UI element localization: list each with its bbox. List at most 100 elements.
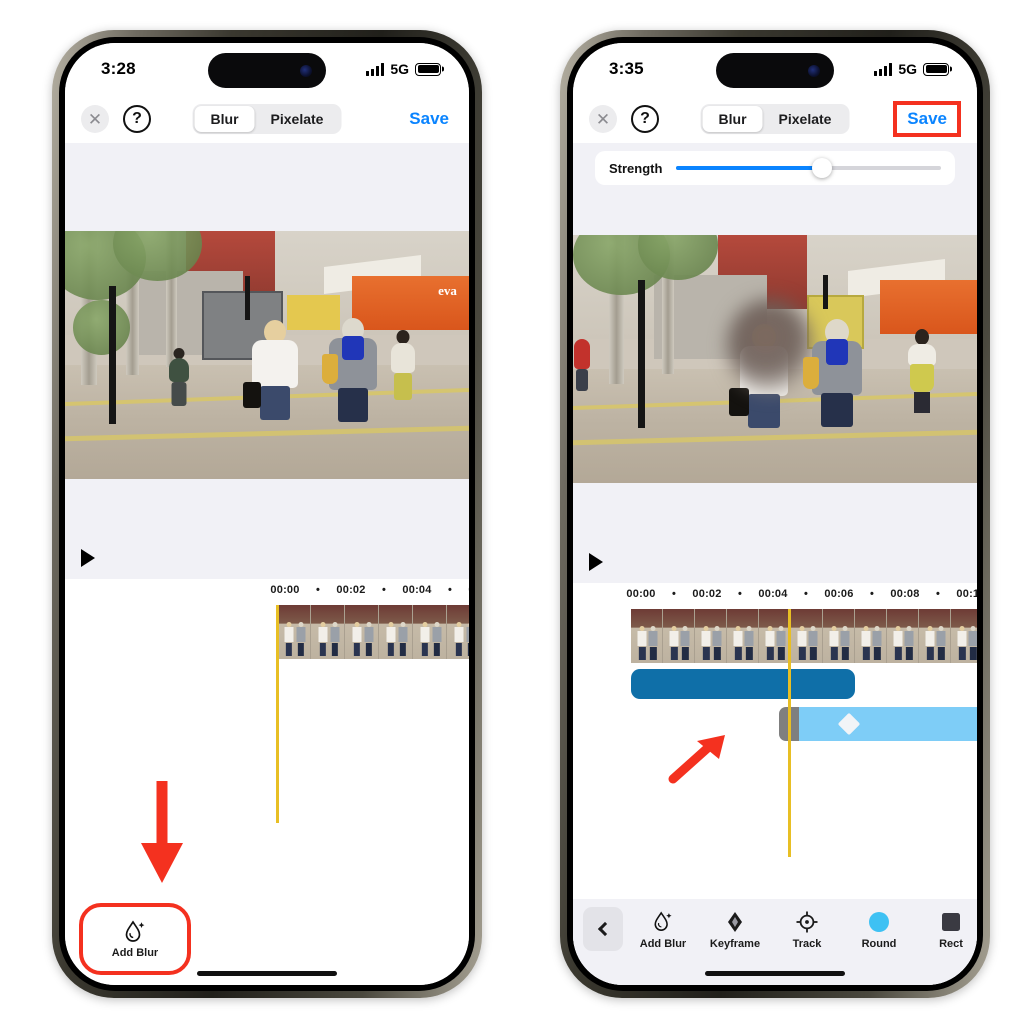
filmstrip-person — [466, 622, 469, 656]
filmstrip-person — [829, 626, 839, 660]
person-background — [166, 347, 192, 406]
front-camera-icon — [300, 64, 312, 77]
filmstrip-person — [364, 622, 374, 656]
tool-label: Rect — [939, 938, 963, 950]
strength-slider[interactable] — [676, 158, 941, 178]
filmstrip-left[interactable] — [277, 605, 469, 659]
tool-add-blur[interactable]: Add Blur — [627, 907, 699, 950]
tab-blur[interactable]: Blur — [702, 106, 763, 132]
preview-top-padding — [65, 143, 469, 231]
save-button-wrap-left: Save — [405, 107, 453, 131]
blur-region-clip-1[interactable] — [631, 669, 855, 699]
filmstrip-person — [968, 626, 977, 660]
filmstrip-frame — [727, 609, 759, 663]
strength-label: Strength — [609, 160, 663, 176]
play-icon[interactable] — [81, 549, 95, 567]
preview-area-right[interactable] — [573, 191, 977, 583]
help-icon[interactable]: ? — [631, 105, 659, 133]
playhead[interactable] — [276, 605, 279, 823]
ruler-tick: 00:02 — [692, 588, 722, 600]
filmstrip-frame — [663, 609, 695, 663]
mode-segmented-control-left[interactable]: Blur Pixelate — [192, 104, 342, 134]
filmstrip-person — [296, 622, 306, 656]
tool-label: Track — [792, 938, 822, 950]
tool-round[interactable]: Round — [843, 907, 915, 950]
tab-pixelate[interactable]: Pixelate — [763, 106, 848, 132]
preview-top-padding — [573, 191, 977, 235]
video-preview-left[interactable]: eva — [65, 231, 469, 479]
network-label: 5G — [898, 61, 917, 77]
phone-left-screen: 3:28 5G ✕ ? Blur Pixelate Save eva 00:00… — [65, 43, 469, 985]
filmstrip-person — [669, 626, 679, 660]
filmstrip-frame — [695, 609, 727, 663]
phone-right-screen: 3:35 5G ✕ ? Blur Pixelate Save Strength … — [573, 43, 977, 985]
status-bar-left: 3:28 5G — [65, 43, 469, 95]
close-icon[interactable]: ✕ — [589, 105, 617, 133]
filmstrip-person — [637, 626, 647, 660]
close-icon[interactable]: ✕ — [81, 105, 109, 133]
filmstrip-person — [872, 626, 882, 660]
round-shape-icon — [868, 910, 890, 934]
filmstrip-person — [330, 622, 340, 656]
timeline-ruler-left: 00:00 • 00:02 • 00:04 • 00:06 • — [263, 579, 469, 601]
person-red-edge — [573, 339, 591, 392]
filmstrip-person — [386, 622, 396, 656]
status-time: 3:28 — [101, 59, 136, 78]
back-button[interactable] — [583, 907, 623, 951]
strength-control[interactable]: Strength — [595, 151, 955, 185]
filmstrip-frame — [919, 609, 951, 663]
video-preview-right[interactable] — [573, 235, 977, 483]
ruler-tick: 00:00 — [270, 584, 300, 596]
timeline-ruler-right: 00:00 • 00:02 • 00:04 • 00:06 • 00:08 • … — [619, 583, 977, 605]
mode-segmented-control-right[interactable]: Blur Pixelate — [700, 104, 850, 134]
tab-pixelate[interactable]: Pixelate — [255, 106, 340, 132]
tool-track[interactable]: Track — [771, 907, 843, 950]
filmstrip-frame — [345, 605, 379, 659]
preview-area-left[interactable]: eva — [65, 143, 469, 579]
filmstrip-frame — [447, 605, 469, 659]
filmstrip-frame — [759, 609, 791, 663]
filmstrip-person — [432, 622, 442, 656]
tool-rect[interactable]: Rect — [915, 907, 977, 950]
filmstrip-person — [318, 622, 328, 656]
annotation-arrow-down — [141, 781, 183, 883]
add-blur-button[interactable]: Add Blur — [87, 911, 183, 967]
filmstrip-person — [776, 626, 786, 660]
save-button[interactable]: Save — [405, 107, 453, 131]
filmstrip-frame — [379, 605, 413, 659]
person-yellow-dress — [904, 329, 940, 414]
signal-bars-icon — [366, 62, 385, 76]
tab-blur[interactable]: Blur — [194, 106, 255, 132]
network-label: 5G — [390, 61, 409, 77]
filmstrip-right[interactable] — [631, 609, 977, 663]
tool-list: Add Blur Keyframe Track Round Rect — [627, 907, 977, 950]
add-blur-label: Add Blur — [111, 946, 159, 959]
filmstrip-person — [840, 626, 850, 660]
ruler-dot: • — [381, 584, 387, 596]
phone-right-bezel: 3:35 5G ✕ ? Blur Pixelate Save Strength … — [567, 37, 983, 991]
rect-shape-icon — [941, 910, 961, 934]
blur-region-clip-2[interactable] — [779, 707, 977, 741]
filmstrip-person — [797, 626, 807, 660]
playhead[interactable] — [788, 609, 791, 857]
filmstrip-frame — [631, 609, 663, 663]
strength-slider-knob[interactable] — [811, 158, 832, 178]
filmstrip-person — [420, 622, 430, 656]
help-icon[interactable]: ? — [123, 105, 151, 133]
blur-mask-overlay[interactable] — [726, 299, 813, 394]
tool-keyframe[interactable]: Keyframe — [699, 907, 771, 950]
status-time: 3:35 — [609, 59, 644, 78]
dynamic-island — [716, 53, 834, 88]
save-button[interactable]: Save — [903, 107, 951, 131]
tool-label: Round — [861, 938, 897, 950]
play-icon[interactable] — [589, 553, 603, 571]
chevron-left-icon — [597, 921, 612, 937]
ruler-dot: • — [737, 588, 743, 600]
ruler-tick: 00:00 — [626, 588, 656, 600]
keyframe-diamond-icon — [725, 910, 745, 934]
phone-left-bezel: 3:28 5G ✕ ? Blur Pixelate Save eva 00:00… — [59, 37, 475, 991]
ruler-dot: • — [447, 584, 453, 596]
keyframe-diamond-icon[interactable] — [837, 712, 861, 736]
screenshot-canvas: 3:28 5G ✕ ? Blur Pixelate Save eva 00:00… — [0, 0, 1024, 1024]
filmstrip-frame — [277, 605, 311, 659]
